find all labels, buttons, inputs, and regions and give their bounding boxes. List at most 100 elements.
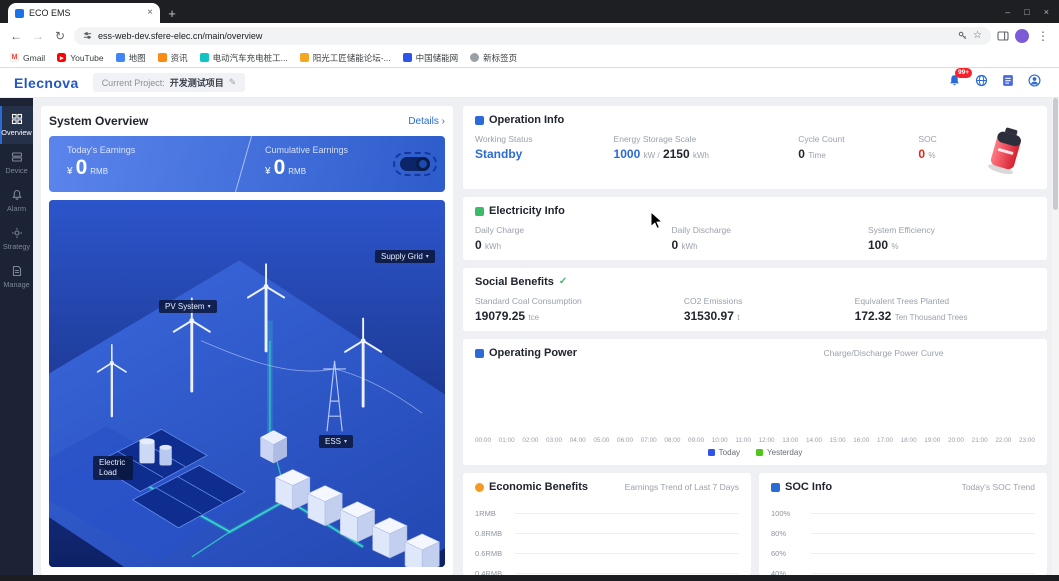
forward-button[interactable]: → (30, 30, 46, 42)
bookmark-ev-charging[interactable]: 电动汽车充电桩工... (200, 52, 288, 64)
today-swatch (708, 449, 715, 456)
maps-icon (116, 53, 125, 62)
stat-soc: SOC 0 % (918, 134, 983, 161)
yesterday-swatch (756, 449, 763, 456)
bookmark-forum[interactable]: 阳光工匠储能论坛-... (300, 52, 391, 64)
power-chart-plot[interactable] (475, 359, 1035, 435)
device-icon (11, 151, 23, 163)
page-scrollbar[interactable] (1052, 98, 1059, 575)
stat-working-status: Working Status Standby (475, 134, 614, 161)
tab-close-icon[interactable]: × (147, 8, 153, 18)
window-close-button[interactable]: × (1044, 7, 1049, 17)
edit-project-icon[interactable]: ✎ (229, 77, 237, 88)
chart-subtitle: Earnings Trend of Last 7 Days (625, 482, 739, 492)
app-logo: Elecnova (14, 75, 79, 91)
working-status-value: Standby (475, 147, 614, 161)
stat-co2-emissions: CO2 Emissions 31530.97 t (684, 296, 855, 323)
address-bar[interactable]: ess-web-dev.sfere-elec.cn/main/overview … (74, 27, 991, 45)
browser-tab[interactable]: ECO EMS × (8, 3, 160, 23)
operating-power-card: Operating Power Charge/Discharge Power C… (463, 339, 1047, 465)
soc-chart[interactable]: 100% 80% 60% 40% (771, 503, 1035, 575)
legend-yesterday[interactable]: Yesterday (756, 448, 802, 457)
browser-profile-avatar[interactable] (1015, 29, 1029, 43)
sidebar-item-strategy[interactable]: Strategy (0, 220, 33, 258)
sidebar-item-manage[interactable]: Manage (0, 258, 33, 296)
strategy-gear-icon (11, 227, 23, 239)
side-panel-icon[interactable] (997, 30, 1009, 42)
pv-system-label[interactable]: PV System▾ (159, 300, 217, 313)
power-chart-x-axis: 00:0001:0002:0003:0004:0005:0006:0007:00… (475, 437, 1035, 444)
current-project-chip[interactable]: Current Project: 开发测试项目 ✎ (93, 73, 246, 92)
app-header: Elecnova Current Project: 开发测试项目 ✎ 99+ (0, 68, 1059, 98)
system-overview-card: System Overview Details › Today's Earnin… (41, 106, 453, 575)
browser-toolbar: ← → ↻ ess-web-dev.sfere-elec.cn/main/ove… (0, 23, 1059, 48)
back-button[interactable]: ← (8, 30, 24, 42)
earnings-toggle[interactable] (400, 157, 430, 171)
supply-grid-label[interactable]: Supply Grid▾ (375, 250, 435, 263)
earnings-toggle-highlight (393, 152, 437, 176)
password-key-icon[interactable] (958, 31, 967, 40)
tab-title: ECO EMS (29, 8, 142, 18)
manage-doc-icon (11, 265, 23, 277)
electric-load-label[interactable]: Electric Load (93, 456, 133, 480)
bookmark-newtab-page[interactable]: 新标签页 (470, 52, 517, 64)
browser-menu-icon[interactable]: ⋮ (1035, 30, 1051, 42)
details-link[interactable]: Details › (408, 116, 445, 127)
stat-trees-planted: Equivalent Trees Planted 172.32 Ten Thou… (855, 296, 1035, 323)
notification-bell-icon[interactable]: 99+ (948, 74, 961, 92)
electricity-info-card: Electricity Info Daily Charge 0 kWh Dail… (463, 197, 1047, 260)
operating-power-icon (475, 349, 484, 358)
app-body: Overview Device Alarm Strategy Manage (0, 98, 1059, 575)
sidebar-item-alarm[interactable]: Alarm (0, 182, 33, 220)
taskbar-edge (0, 575, 1059, 581)
bookmark-star-icon[interactable]: ☆ (973, 30, 982, 41)
site-info-icon[interactable] (83, 31, 92, 40)
chevron-down-icon: ▾ (344, 438, 347, 445)
scrollbar-thumb[interactable] (1053, 98, 1058, 210)
stat-daily-charge: Daily Charge 0 kWh (475, 225, 671, 252)
window-maximize-button[interactable]: □ (1024, 7, 1029, 17)
reload-button[interactable]: ↻ (52, 30, 68, 42)
power-chart-legend: Today Yesterday (475, 448, 1035, 457)
stat-system-efficiency: System Efficiency 100 % (868, 225, 1035, 252)
bookmark-youtube[interactable]: ▸YouTube (57, 53, 103, 63)
legend-today[interactable]: Today (708, 448, 740, 457)
tab-favicon-icon (15, 9, 24, 18)
todays-earnings: Today's Earnings ¥ 0 RMB (49, 136, 247, 192)
toggle-knob (416, 157, 430, 171)
economic-benefits-card: Economic Benefits Earnings Trend of Last… (463, 473, 751, 575)
earnings-chart[interactable]: 1RMB 0.8RMB 0.6RMB 0.4RMB (475, 503, 739, 575)
window-minimize-button[interactable]: – (1005, 7, 1010, 17)
social-benefits-check-icon: ✓ (559, 277, 567, 287)
soc-info-icon (771, 483, 780, 492)
browser-tab-strip: ECO EMS × + – □ × (0, 0, 1059, 23)
bookmark-cnesa[interactable]: 中国储能网 (403, 52, 459, 64)
bookmark-news[interactable]: 资讯 (158, 52, 188, 64)
newtab-page-icon (470, 53, 479, 62)
alarm-bell-icon (11, 189, 23, 201)
cumulative-earnings-value: 0 (274, 156, 286, 180)
social-benefits-card: ✓ Social Benefits Standard Coal Consumpt… (463, 268, 1047, 331)
ess-label[interactable]: ESS▾ (319, 435, 353, 448)
chart-subtitle: Today's SOC Trend (962, 482, 1035, 492)
news-icon (158, 53, 167, 62)
bookmark-gmail[interactable]: MGmail (10, 53, 45, 63)
header-actions: 99+ (948, 74, 1045, 92)
sidebar-item-device[interactable]: Device (0, 144, 33, 182)
cnesa-icon (403, 53, 412, 62)
ev-charging-icon (200, 53, 209, 62)
new-tab-button[interactable]: + (160, 3, 184, 23)
document-icon[interactable] (1002, 74, 1014, 92)
youtube-icon: ▸ (57, 53, 66, 62)
right-column: Operation Info Working Status Standby En… (463, 106, 1047, 575)
economic-benefits-icon (475, 483, 484, 492)
user-avatar-icon[interactable] (1028, 74, 1041, 92)
chevron-down-icon: ▾ (426, 253, 429, 260)
url-text: ess-web-dev.sfere-elec.cn/main/overview (98, 31, 952, 41)
chevron-down-icon: ▾ (208, 303, 211, 310)
bookmark-maps[interactable]: 地图 (116, 52, 146, 64)
help-globe-icon[interactable] (975, 74, 988, 92)
sidebar-item-overview[interactable]: Overview (0, 106, 33, 144)
system-overview-title: System Overview (49, 114, 148, 128)
chart-subtitle: Charge/Discharge Power Curve (582, 348, 1035, 358)
